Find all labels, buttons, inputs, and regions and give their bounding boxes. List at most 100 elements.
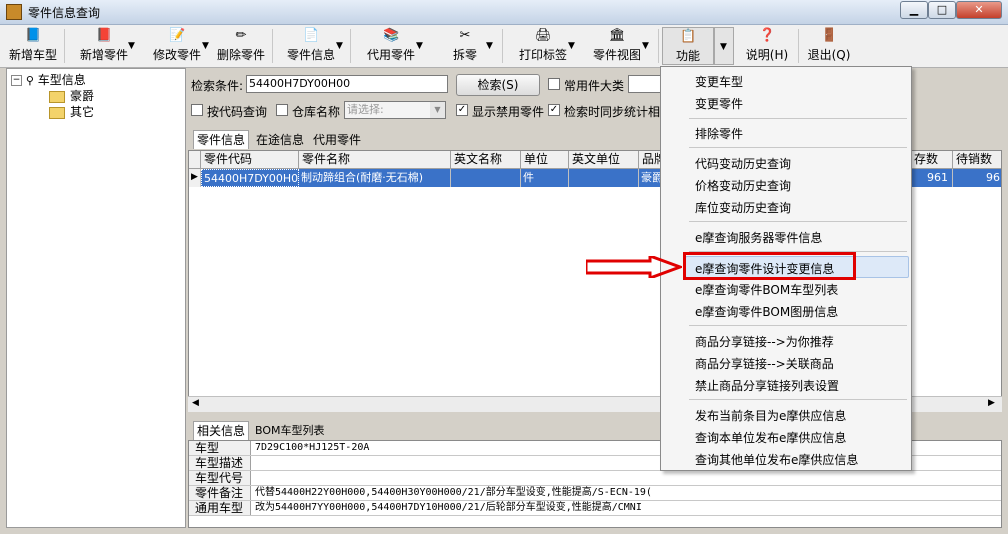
table-cell[interactable]: 件 xyxy=(521,169,569,187)
substitute-part-button[interactable]: 📚 代用零件 ▼ xyxy=(354,27,428,65)
minimize-button[interactable]: ▁ xyxy=(900,1,928,19)
table-cell[interactable]: 54400H7DY00H00 xyxy=(201,169,299,187)
menu-item-location-history[interactable]: 库位变动历史查询 xyxy=(695,199,791,216)
row-header-corner xyxy=(189,151,201,169)
warehouse-checkbox[interactable] xyxy=(276,104,288,116)
menu-item-price-history[interactable]: 价格变动历史查询 xyxy=(695,177,791,194)
window-title: 零件信息查询 xyxy=(28,6,101,20)
collapse-icon[interactable]: − xyxy=(11,75,22,86)
exit-label: 退出(Q) xyxy=(807,48,851,62)
detail-key: 零件备注 xyxy=(189,486,251,500)
menu-separator xyxy=(689,221,907,222)
menu-item-share-block-list[interactable]: 禁止商品分享链接列表设置 xyxy=(695,377,839,394)
scroll-right-icon[interactable]: ▶ xyxy=(988,398,995,408)
menu-separator xyxy=(689,399,907,400)
menu-item-change-part[interactable]: 变更零件 xyxy=(695,95,743,112)
tab-part-info[interactable]: 零件信息 xyxy=(193,130,250,149)
detail-key: 车型代号 xyxy=(189,471,251,485)
menu-item-query-own-supply[interactable]: 查询本单位发布e摩供应信息 xyxy=(695,429,846,446)
chevron-down-icon[interactable]: ▼ xyxy=(202,41,209,51)
chevron-down-icon[interactable]: ▼ xyxy=(416,41,423,51)
chevron-down-icon[interactable]: ▼ xyxy=(128,41,135,51)
add-model-button[interactable]: 📘 新增车型 xyxy=(4,27,62,65)
help-label: 说明(H) xyxy=(745,48,789,62)
tree-item-other[interactable]: 其它 xyxy=(49,103,94,120)
tree-root[interactable]: − ⚲ 车型信息 xyxy=(11,71,86,88)
chevron-down-icon: ▼ xyxy=(720,42,727,52)
close-button[interactable]: ✕ xyxy=(956,1,1002,19)
print-label-button[interactable]: 🖨 打印标签 ▼ xyxy=(506,27,580,65)
toolbar: 📘 新增车型 📕 新增零件 ▼ 📝 修改零件 ▼ ✏ 删除零件 📄 零件信息 ▼… xyxy=(0,25,1008,68)
add-part-button[interactable]: 📕 新增零件 ▼ xyxy=(68,27,140,65)
menu-item-exclude-part[interactable]: 排除零件 xyxy=(695,125,743,142)
maximize-button[interactable]: □ xyxy=(928,1,956,19)
tab-in-transit[interactable]: 在途信息 xyxy=(253,131,307,149)
model-tree[interactable]: − ⚲ 车型信息 豪爵 其它 xyxy=(6,68,186,528)
menu-item-bom-model-list[interactable]: e摩查询零件BOM车型列表 xyxy=(695,281,838,298)
part-view-button[interactable]: 🏛 零件视图 ▼ xyxy=(580,27,654,65)
menu-separator xyxy=(689,118,907,119)
menu-item-share-recommend[interactable]: 商品分享链接-->为你推荐 xyxy=(695,333,834,350)
row-indicator-icon: ▶ xyxy=(189,169,201,187)
sync-stats-label: 检索时同步统计相 xyxy=(564,105,661,119)
common-category-checkbox[interactable] xyxy=(548,78,560,90)
chevron-down-icon[interactable]: ▼ xyxy=(486,41,493,51)
column-header[interactable]: 存数 xyxy=(911,151,953,169)
detail-key: 通用车型 xyxy=(189,501,251,515)
menu-item-code-history[interactable]: 代码变动历史查询 xyxy=(695,155,791,172)
help-icon: ❓ xyxy=(759,28,776,43)
tab-related-info[interactable]: 相关信息 xyxy=(193,421,250,440)
function-button[interactable]: 📋 功能 xyxy=(662,27,714,65)
chevron-down-icon[interactable]: ▼ xyxy=(430,102,445,118)
column-header[interactable]: 零件代码 xyxy=(201,151,299,169)
by-code-label: 按代码查询 xyxy=(207,105,268,119)
tab-bom-model-list[interactable]: BOM车型列表 xyxy=(252,422,328,440)
menu-item-change-model[interactable]: 变更车型 xyxy=(695,73,743,90)
tree-item-haojue[interactable]: 豪爵 xyxy=(49,87,94,104)
edit-part-icon: 📝 xyxy=(169,28,186,43)
table-cell[interactable]: 96 xyxy=(953,169,1001,187)
substitute-part-icon: 📚 xyxy=(383,28,400,43)
scroll-left-icon[interactable]: ◀ xyxy=(192,398,199,408)
column-header[interactable]: 英文名称 xyxy=(451,151,521,169)
table-cell[interactable]: 961 xyxy=(911,169,953,187)
menu-item-publish-supply[interactable]: 发布当前条目为e摩供应信息 xyxy=(695,407,846,424)
function-dropdown[interactable]: ▼ xyxy=(714,27,734,65)
toolbar-divider xyxy=(272,29,273,63)
chevron-down-icon[interactable]: ▼ xyxy=(568,41,575,51)
menu-item-server-part-info[interactable]: e摩查询服务器零件信息 xyxy=(695,229,822,246)
menu-item-share-related[interactable]: 商品分享链接-->关联商品 xyxy=(695,355,834,372)
split-part-button[interactable]: ✂ 拆零 ▼ xyxy=(432,27,498,65)
sync-stats-checkbox[interactable]: ✓ xyxy=(548,104,560,116)
column-header[interactable]: 零件名称 xyxy=(299,151,451,169)
add-part-icon: 📕 xyxy=(96,28,113,43)
scissors-icon: ✂ xyxy=(459,28,471,43)
show-disabled-label: 显示禁用零件 xyxy=(472,105,545,119)
search-input[interactable]: 54400H7DY00H00 xyxy=(246,75,448,93)
detail-value[interactable]: 代替54400H22Y00H000,54400H30Y00H000/21/部分车… xyxy=(255,486,652,500)
tab-substitute[interactable]: 代用零件 xyxy=(310,131,364,149)
by-code-checkbox[interactable] xyxy=(191,104,203,116)
menu-item-query-other-supply[interactable]: 查询其他单位发布e摩供应信息 xyxy=(695,451,858,468)
exit-button[interactable]: 🚪 退出(Q) xyxy=(802,27,856,65)
delete-part-button[interactable]: ✏ 删除零件 xyxy=(214,27,268,65)
menu-item-bom-catalog[interactable]: e摩查询零件BOM图册信息 xyxy=(695,303,838,320)
column-header[interactable]: 待销数 xyxy=(953,151,1001,169)
table-row: 通用车型 改为54400H7YY00H000,54400H7DY10H000/2… xyxy=(189,501,1001,516)
column-header[interactable]: 单位 xyxy=(521,151,569,169)
toolbar-divider xyxy=(502,29,503,63)
edit-part-button[interactable]: 📝 修改零件 ▼ xyxy=(142,27,212,65)
chevron-down-icon[interactable]: ▼ xyxy=(642,41,649,51)
show-disabled-checkbox[interactable]: ✓ xyxy=(456,104,468,116)
detail-value[interactable]: 改为54400H7YY00H000,54400H7DY10H000/21/后轮部… xyxy=(255,501,642,515)
help-button[interactable]: ❓ 说明(H) xyxy=(740,27,794,65)
table-cell[interactable] xyxy=(569,169,639,187)
detail-value[interactable]: 7D29C100*HJ125T-20A xyxy=(255,441,369,455)
chevron-down-icon[interactable]: ▼ xyxy=(336,41,343,51)
common-category-select[interactable] xyxy=(628,75,662,93)
search-button[interactable]: 检索(S) xyxy=(456,74,540,96)
part-info-button[interactable]: 📄 零件信息 ▼ xyxy=(276,27,346,65)
table-cell[interactable]: 制动蹄组合(耐磨·无石棉) xyxy=(299,169,451,187)
column-header[interactable]: 英文单位 xyxy=(569,151,639,169)
table-cell[interactable] xyxy=(451,169,521,187)
